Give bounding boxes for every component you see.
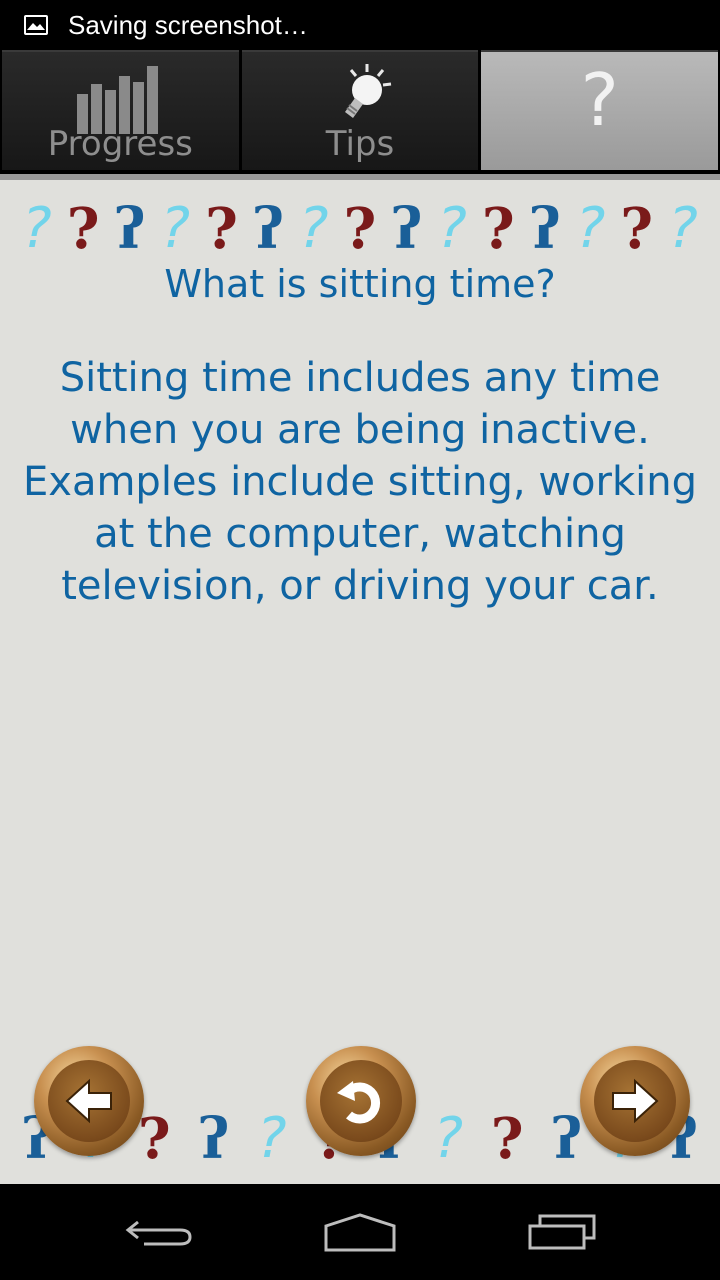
lightbulb-icon — [345, 64, 392, 118]
question-mark-icon: ʔ — [252, 196, 284, 262]
arrow-right-icon — [612, 1078, 659, 1124]
question-mark-icon: ? — [343, 196, 377, 262]
question-mark-icon: ? — [668, 196, 698, 261]
question-mark-icon: ? — [433, 1106, 464, 1171]
body-text: Sitting time includes any time when you … — [23, 355, 697, 609]
arrow-left-icon — [65, 1078, 112, 1124]
question-mark-icon: ? — [22, 196, 52, 261]
back-icon[interactable] — [124, 1212, 196, 1252]
recents-icon[interactable] — [526, 1212, 598, 1252]
status-text: Saving screenshot… — [68, 9, 308, 40]
tab-bar: Progress Tips ? — [0, 50, 720, 174]
question-mark-icon: ? — [620, 196, 654, 262]
restart-button[interactable] — [306, 1046, 416, 1156]
question-mark-icon: ʔ — [551, 1106, 583, 1172]
question-mark-icon: ʔ — [114, 196, 146, 262]
tab-progress[interactable]: Progress — [2, 50, 239, 170]
question-icon: ? — [580, 58, 619, 142]
next-button[interactable] — [580, 1046, 690, 1156]
question-mark-icon: ? — [481, 196, 515, 262]
tab-indicator — [0, 174, 720, 180]
question-mark-icon: ʔ — [198, 1106, 230, 1172]
tab-label: Progress — [47, 124, 193, 164]
page-title: What is sitting time? — [164, 262, 556, 306]
image-icon — [24, 15, 48, 35]
question-mark-icon: ? — [205, 196, 238, 262]
tab-label: Tips — [325, 124, 395, 164]
home-icon[interactable] — [322, 1212, 398, 1254]
question-mark-icon: ? — [137, 1106, 171, 1172]
question-mark-icon: ʔ — [529, 196, 561, 262]
question-mark-icon: ? — [256, 1106, 287, 1171]
question-mark-icon: ? — [66, 196, 100, 262]
status-bar: Saving screenshot… — [0, 0, 720, 50]
question-mark-icon: ? — [490, 1106, 524, 1172]
system-navigation-bar — [0, 1184, 720, 1280]
question-mark-icon: ? — [575, 196, 606, 261]
question-mark-icon: ? — [298, 196, 329, 261]
undo-icon — [337, 1081, 381, 1124]
question-mark-icon: ? — [160, 196, 191, 261]
question-mark-border-top: ? ? ʔ ? ? ʔ ? ? ʔ ? ? ʔ ? ? ? — [22, 194, 698, 264]
question-mark-icon: ? — [437, 196, 467, 261]
question-mark-icon: ʔ — [391, 196, 423, 262]
tab-tips[interactable]: Tips — [241, 50, 479, 170]
tab-help[interactable]: ? — [481, 50, 719, 170]
previous-button[interactable] — [34, 1046, 144, 1156]
